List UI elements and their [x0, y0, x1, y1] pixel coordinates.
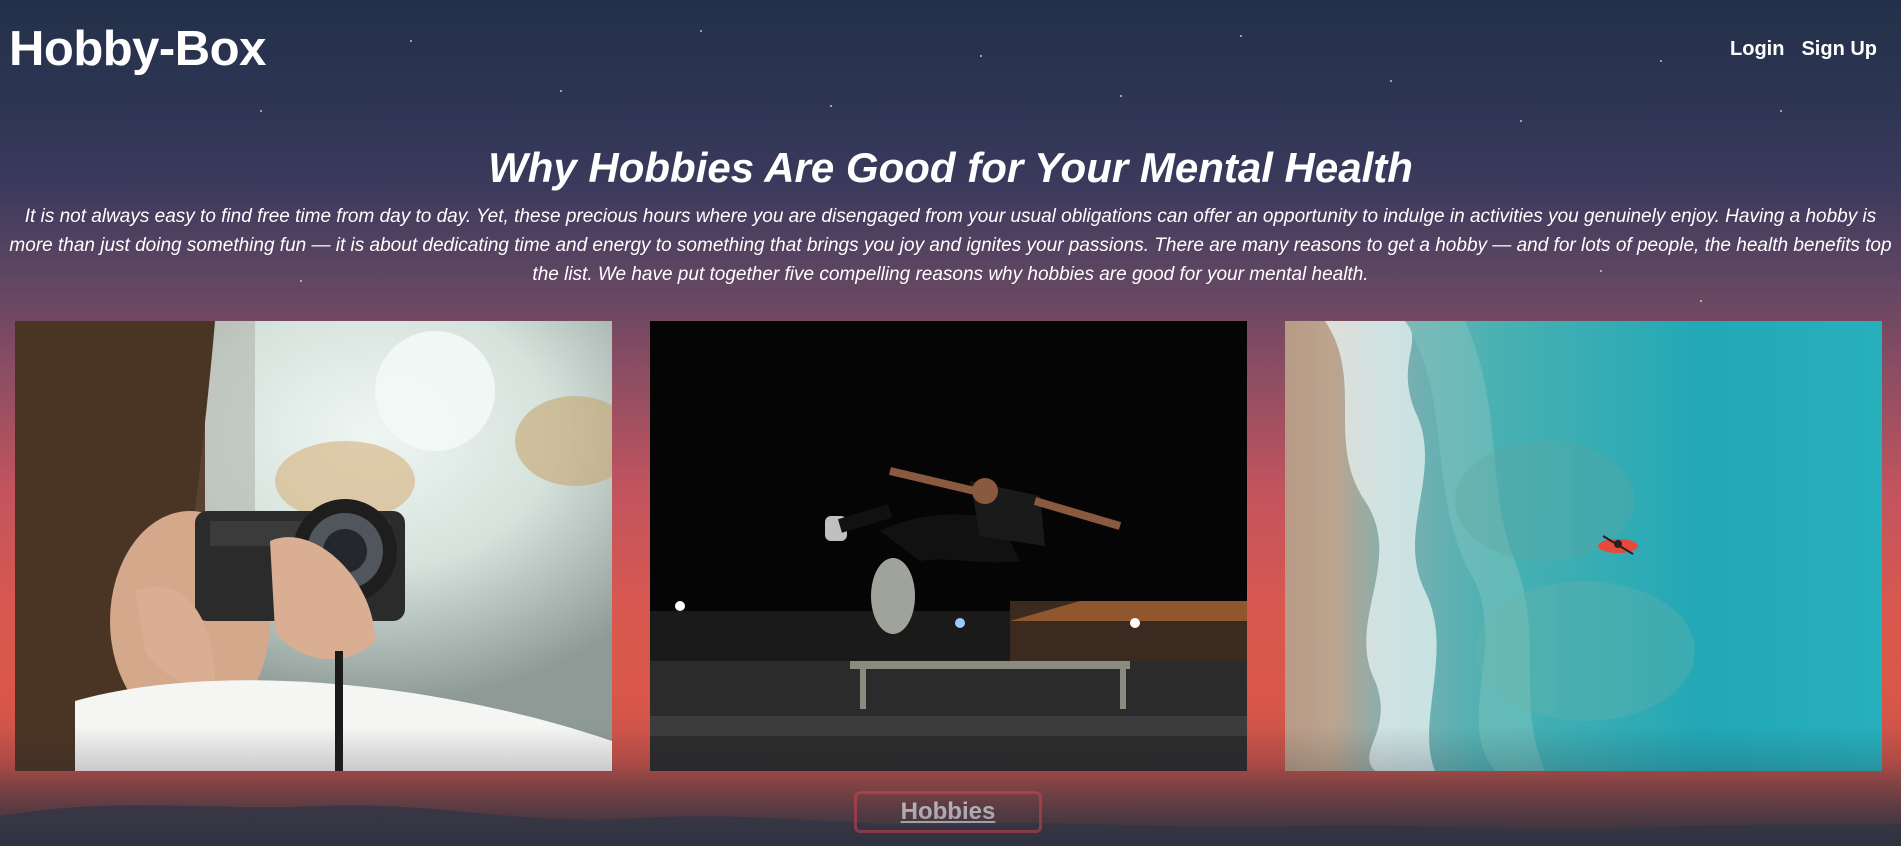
photo-photographer [15, 321, 612, 771]
photo-kayak [1285, 321, 1882, 771]
photo-gallery [15, 321, 1882, 771]
photo-skateboarder [650, 321, 1247, 771]
signup-link[interactable]: Sign Up [1801, 38, 1877, 61]
intro-paragraph: It is not always easy to find free time … [9, 206, 1892, 285]
hobbies-button[interactable]: Hobbies [854, 791, 1042, 833]
top-nav: Login Sign Up [1730, 38, 1877, 61]
page-title: Why Hobbies Are Good for Your Mental Hea… [488, 144, 1413, 191]
login-link[interactable]: Login [1730, 38, 1784, 61]
site-header: Hobby-Box Login Sign Up [0, 0, 1901, 100]
site-logo[interactable]: Hobby-Box [9, 20, 266, 78]
